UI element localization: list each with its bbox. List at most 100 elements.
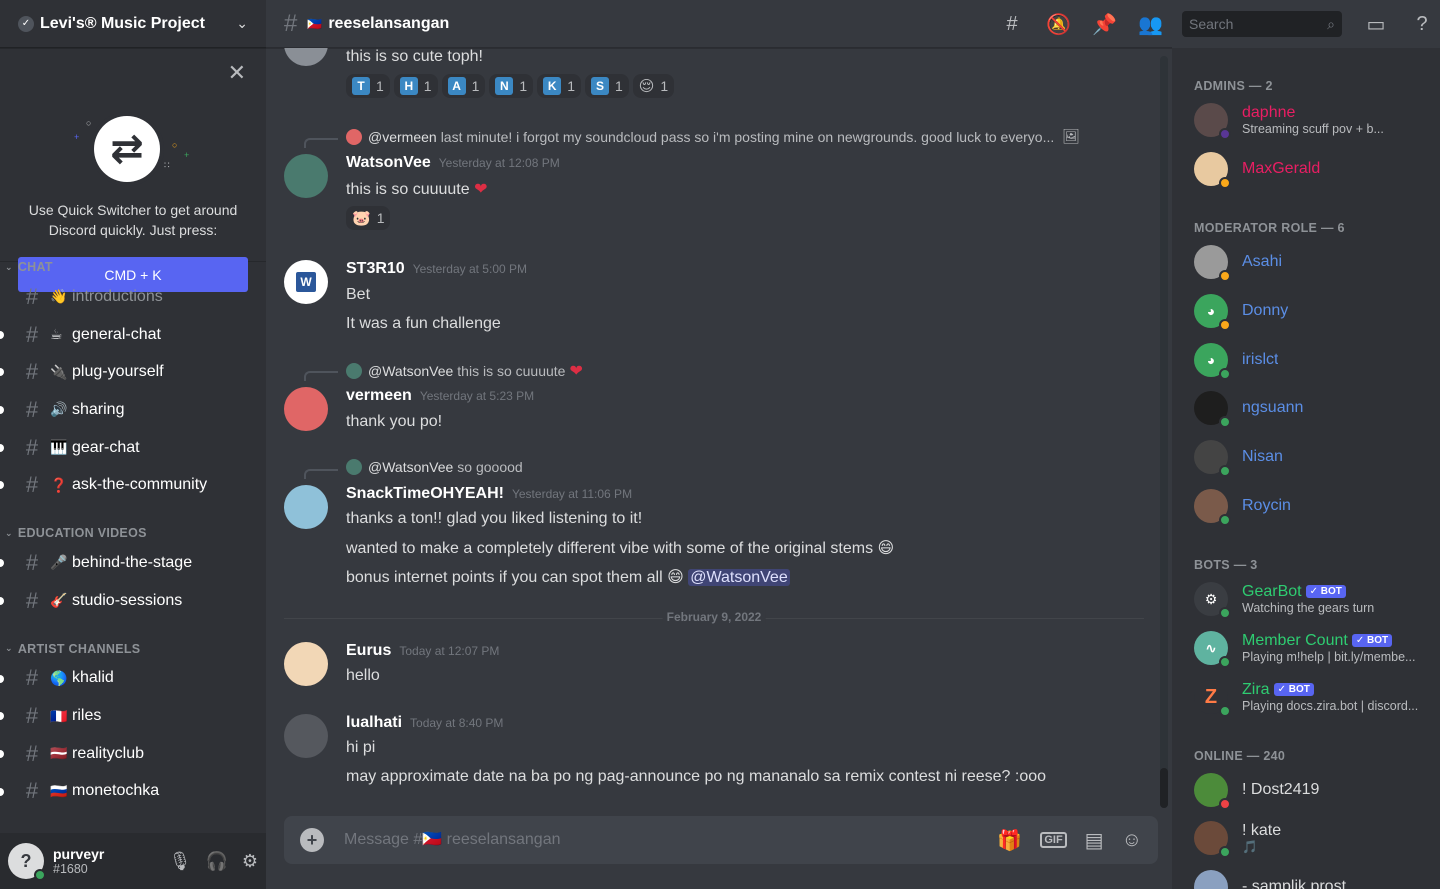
gift-icon[interactable]: 🎁 bbox=[997, 828, 1022, 853]
microphone-icon[interactable]: 🎙 bbox=[169, 851, 192, 872]
member-roycin[interactable]: Roycin bbox=[1194, 484, 1434, 528]
member-irislct[interactable]: ◕ irislct bbox=[1194, 338, 1434, 382]
help-icon[interactable]: ? bbox=[1410, 13, 1434, 36]
status-online-icon bbox=[1219, 465, 1231, 477]
avatar[interactable] bbox=[284, 485, 328, 529]
channel-studio-sessions[interactable]: # 🎸 studio-sessions bbox=[0, 582, 266, 620]
category-header[interactable]: ⌄ ARTIST CHANNELS bbox=[0, 638, 266, 660]
quick-switcher-card: ✕ ○ + ○ + ∷ ⇄ Use Quick Switcher to get … bbox=[0, 48, 266, 292]
reaction[interactable]: T1 bbox=[346, 74, 390, 98]
scrollbar-thumb[interactable] bbox=[1160, 768, 1168, 808]
reaction[interactable]: 😌 1 bbox=[632, 74, 675, 98]
channel-general-chat[interactable]: # ☕ general-chat bbox=[0, 316, 266, 354]
message-author[interactable]: lualhati Today at 8:40 PM bbox=[346, 714, 503, 732]
reaction[interactable]: N1 bbox=[489, 74, 534, 98]
member-list-icon[interactable]: 👥 bbox=[1138, 12, 1163, 37]
message-author[interactable]: Eurus Today at 12:07 PM bbox=[346, 642, 499, 660]
hash-icon: # bbox=[25, 703, 39, 729]
reaction[interactable]: S1 bbox=[584, 74, 629, 98]
status-online-icon bbox=[34, 869, 46, 881]
member-zira[interactable]: Z Zira ✓ BOT Playing docs.zira.bot | disc… bbox=[1194, 675, 1434, 719]
unread-indicator bbox=[0, 481, 4, 490]
chevron-down-icon[interactable]: ⌄ bbox=[236, 15, 248, 32]
channel-realityclub[interactable]: # 🇱🇻 realityclub bbox=[0, 735, 266, 773]
unread-indicator bbox=[0, 406, 4, 415]
message-author[interactable]: SnackTimeOHYEAH! Yesterday at 11:06 PM bbox=[346, 485, 632, 503]
category-header[interactable]: ⌄ CHAT bbox=[0, 256, 266, 278]
channel-introductions[interactable]: # 👋 introductions bbox=[0, 278, 266, 316]
sticker-icon[interactable]: ▤ bbox=[1085, 828, 1104, 853]
reply-preview[interactable]: @vermeen last minute! i forgot my soundcl… bbox=[346, 128, 1080, 145]
channel-plug-yourself[interactable]: # 🔌 plug-yourself bbox=[0, 353, 266, 391]
channel-behind-the-stage[interactable]: # 🎤 behind-the-stage bbox=[0, 544, 266, 582]
message-input[interactable] bbox=[344, 831, 980, 849]
member-member-count[interactable]: ∿ Member Count ✓ BOT Playing m!help | bit… bbox=[1194, 626, 1434, 670]
channel-emoji: ❓ bbox=[50, 476, 68, 493]
avatar[interactable] bbox=[284, 714, 328, 758]
member-dost2419[interactable]: ! Dost2419 bbox=[1194, 768, 1434, 812]
member-maxgerald[interactable]: MaxGerald bbox=[1194, 147, 1434, 191]
emoji-picker-icon[interactable]: ☺ bbox=[1122, 829, 1142, 852]
timestamp: Yesterday at 12:08 PM bbox=[438, 156, 560, 170]
member-donny[interactable]: ◕ Donny bbox=[1194, 289, 1434, 333]
close-icon[interactable]: ✕ bbox=[228, 60, 246, 86]
channel-sharing[interactable]: # 🔊 sharing bbox=[0, 391, 266, 429]
member-kate[interactable]: ! kate 🎵 bbox=[1194, 816, 1434, 860]
avatar[interactable] bbox=[284, 154, 328, 198]
avatar[interactable] bbox=[284, 387, 328, 431]
member-gearbot[interactable]: ⚙ GearBot ✓ BOT Watching the gears turn bbox=[1194, 577, 1434, 621]
member-name: Nisan bbox=[1242, 448, 1283, 465]
gif-icon[interactable]: GIF bbox=[1040, 832, 1067, 848]
avatar[interactable] bbox=[284, 642, 328, 686]
threads-icon[interactable]: # bbox=[1000, 13, 1024, 36]
reaction[interactable]: H1 bbox=[393, 74, 438, 98]
reply-preview[interactable]: @WatsonVee this is so cuuuute ❤ bbox=[346, 361, 583, 381]
category-header[interactable]: ⌄ EDUCATION VIDEOS bbox=[0, 522, 266, 544]
sparkle-icon: + bbox=[74, 132, 80, 142]
hash-icon: # bbox=[25, 321, 39, 347]
pin-icon[interactable]: 📌 bbox=[1092, 12, 1117, 37]
message-author[interactable]: WatsonVee Yesterday at 12:08 PM bbox=[346, 154, 560, 172]
music-activity-icon: 🎵 bbox=[1242, 839, 1258, 854]
status-dnd-icon bbox=[1219, 798, 1231, 810]
channel-emoji: 🎤 bbox=[50, 554, 68, 571]
channel-ask-the-community[interactable]: # ❓ ask-the-community bbox=[0, 466, 266, 504]
reaction[interactable]: K1 bbox=[537, 74, 581, 98]
server-header[interactable]: ✓ Levi's® Music Project ⌄ bbox=[0, 0, 266, 48]
reaction[interactable]: A1 bbox=[441, 74, 486, 98]
image-icon: 🖼 bbox=[1062, 128, 1081, 144]
avatar[interactable]: ? bbox=[8, 843, 46, 881]
avatar[interactable] bbox=[284, 48, 328, 66]
member-name: ! Dost2419 bbox=[1242, 781, 1320, 798]
plus-icon[interactable]: + bbox=[300, 828, 324, 852]
grinning-face-icon: 😄 bbox=[877, 540, 895, 557]
message-author[interactable]: ST3R10 Yesterday at 5:00 PM bbox=[346, 260, 527, 278]
reply-preview[interactable]: @WatsonVee so gooood bbox=[346, 459, 523, 475]
headphones-icon[interactable]: 🎧 bbox=[205, 851, 227, 872]
notification-muted-icon[interactable]: 🔕 bbox=[1046, 12, 1071, 37]
channel-khalid[interactable]: # 🌎 khalid bbox=[0, 660, 266, 698]
member-nisan[interactable]: Nisan bbox=[1194, 435, 1434, 479]
member-name: Donny bbox=[1242, 302, 1289, 319]
user-info[interactable]: purveyr #1680 bbox=[53, 846, 155, 876]
search-box[interactable]: ⌕ bbox=[1182, 11, 1342, 37]
avatar[interactable]: W bbox=[284, 260, 328, 304]
sparkle-icon: ○ bbox=[172, 140, 178, 150]
inbox-icon[interactable]: ▭ bbox=[1364, 12, 1388, 37]
gear-icon[interactable]: ⚙ bbox=[242, 851, 258, 872]
member-samplik-prost[interactable]: - samplik prost bbox=[1194, 865, 1434, 889]
member-daphne[interactable]: daphne Streaming scuff pov + b... bbox=[1194, 98, 1434, 142]
channel-riles[interactable]: # 🇫🇷 riles bbox=[0, 697, 266, 735]
reaction[interactable]: 🐷 1 bbox=[346, 206, 391, 230]
member-ngsuann[interactable]: ngsuann bbox=[1194, 386, 1434, 430]
regional-letter-icon: K bbox=[543, 77, 562, 95]
channel-gear-chat[interactable]: # 🎹 gear-chat bbox=[0, 429, 266, 467]
unread-indicator bbox=[0, 674, 4, 683]
channel-emoji: 🎸 bbox=[50, 592, 68, 609]
scrollbar[interactable] bbox=[1160, 56, 1168, 808]
search-input[interactable] bbox=[1189, 16, 1328, 32]
member-asahi[interactable]: Asahi bbox=[1194, 240, 1434, 284]
message-author[interactable]: vermeen Yesterday at 5:23 PM bbox=[346, 387, 534, 405]
user-mention[interactable]: @WatsonVee bbox=[688, 569, 790, 586]
channel-monetochka[interactable]: # 🇷🇺 monetochka bbox=[0, 773, 266, 811]
